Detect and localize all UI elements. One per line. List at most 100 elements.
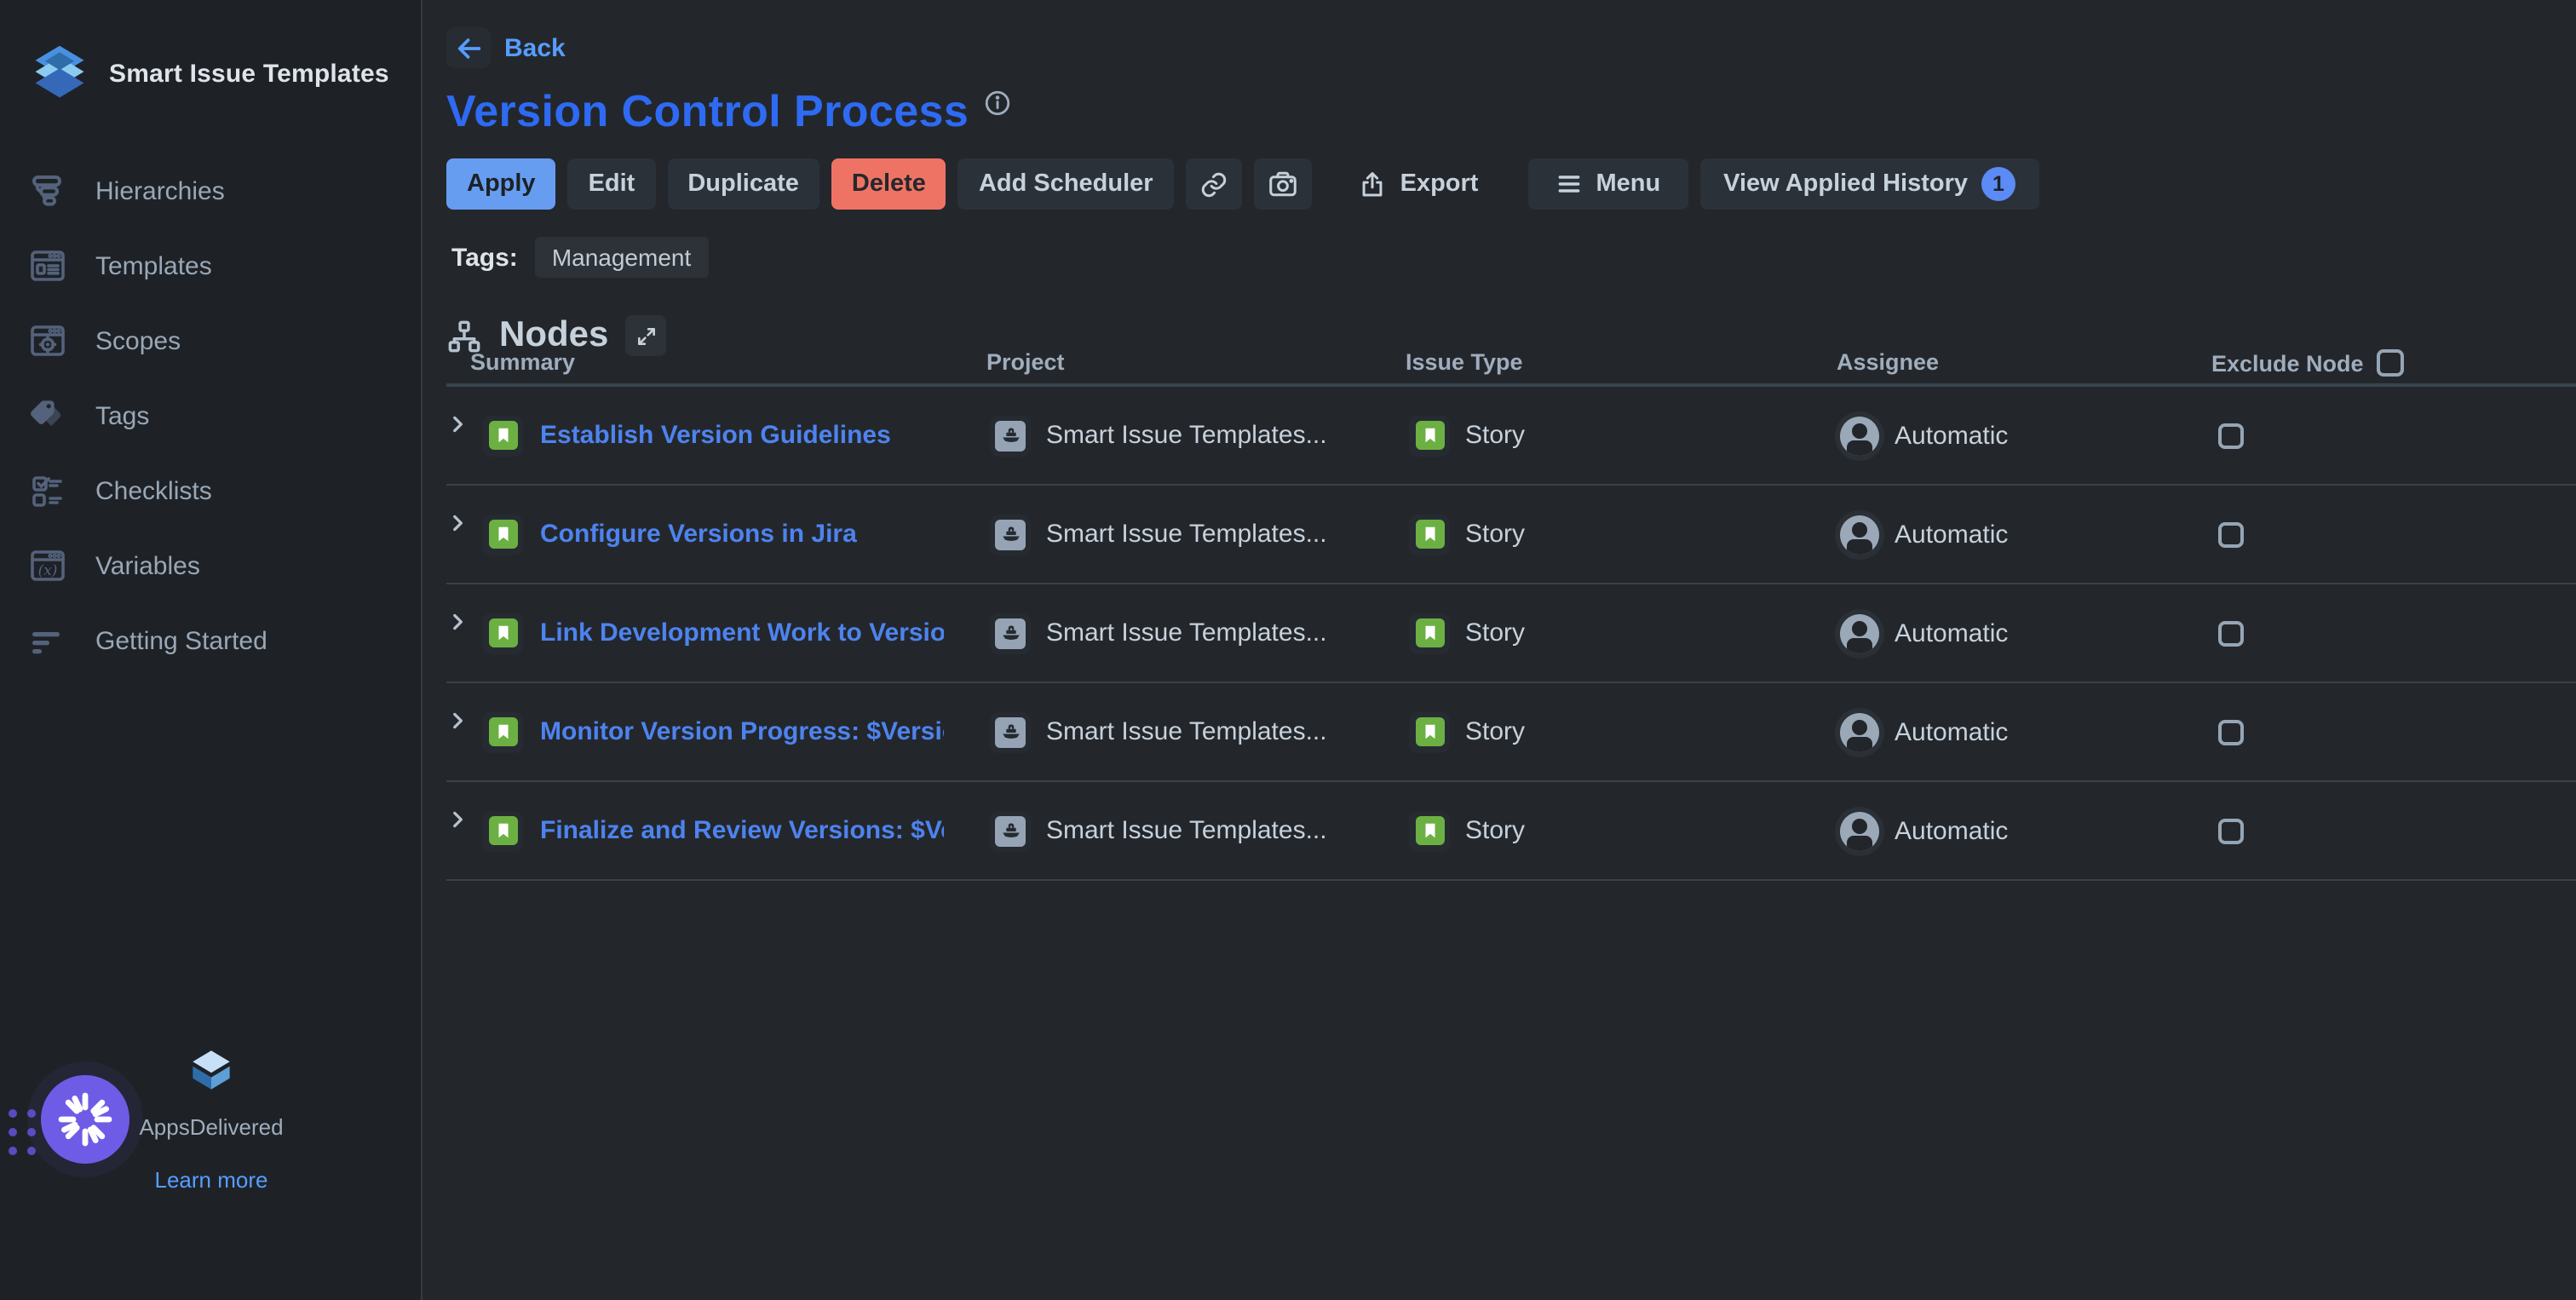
- story-icon: [482, 514, 523, 555]
- export-label: Export: [1400, 170, 1479, 198]
- column-exclude-node: Exclude Node: [2211, 349, 2405, 377]
- sidebar-footer: AppsDelivered Learn more: [0, 1096, 421, 1300]
- delete-button[interactable]: Delete: [831, 158, 946, 210]
- project-avatar-icon: [990, 711, 1031, 752]
- project-avatar-icon: [990, 613, 1031, 653]
- app-logo-icon: [27, 41, 92, 106]
- app-window: Smart Issue Templates Hierarchies: [0, 0, 2576, 1300]
- sidebar-item-label: Getting Started: [95, 626, 267, 655]
- issue-type-name: Story: [1465, 520, 1525, 549]
- asterisk-burst-icon: [56, 1090, 114, 1148]
- project-avatar-icon: [990, 514, 1031, 555]
- getting-started-icon: [27, 620, 68, 661]
- exclude-node-checkbox[interactable]: [2218, 423, 2244, 448]
- issue-type-name: Story: [1465, 816, 1525, 845]
- back-arrow-icon: [446, 27, 491, 68]
- duplicate-button[interactable]: Duplicate: [667, 158, 819, 210]
- svg-text:(x): (x): [38, 562, 58, 579]
- view-applied-history-label: View Applied History: [1723, 170, 1968, 198]
- drag-handle[interactable]: [9, 1109, 37, 1157]
- column-issue-type: Issue Type: [1406, 349, 1523, 375]
- story-icon: [482, 415, 523, 456]
- expand-row-chevron-icon[interactable]: [446, 808, 469, 830]
- assignee-name: Automatic: [1895, 520, 2008, 549]
- table-row: Link Development Work to Versions Smart …: [446, 584, 2576, 683]
- expand-row-chevron-icon[interactable]: [446, 412, 469, 434]
- node-summary-link[interactable]: Configure Versions in Jira: [540, 520, 857, 549]
- expand-row-chevron-icon[interactable]: [446, 511, 469, 533]
- help-launcher-button[interactable]: [41, 1075, 129, 1164]
- sidebar-item-label: Checklists: [95, 476, 212, 505]
- hamburger-icon: [1555, 170, 1582, 198]
- assignee-avatar: [1840, 515, 1879, 554]
- back-button[interactable]: Back: [446, 27, 566, 68]
- learn-more-link[interactable]: Learn more: [123, 1167, 300, 1193]
- expand-row-chevron-icon[interactable]: [446, 610, 469, 632]
- node-summary-link[interactable]: Establish Version Guidelines: [540, 421, 891, 450]
- story-icon: [482, 810, 523, 851]
- issue-type-name: Story: [1465, 421, 1525, 450]
- sidebar-item-scopes[interactable]: Scopes: [0, 303, 421, 378]
- sidebar-item-getting-started[interactable]: Getting Started: [0, 603, 421, 678]
- history-count-badge: 1: [1981, 167, 2015, 201]
- sidebar-item-label: Hierarchies: [95, 176, 225, 205]
- tags-label: Tags:: [451, 243, 518, 272]
- link-icon: [1199, 170, 1228, 198]
- column-exclude-node-label: Exclude Node: [2211, 350, 2364, 376]
- snapshot-button[interactable]: [1254, 158, 1312, 210]
- table-row: Monitor Version Progress: $Version Smart…: [446, 683, 2576, 782]
- table-header: Summary Project Issue Type Assignee Excl…: [446, 349, 2576, 387]
- project-name: Smart Issue Templates...: [1046, 618, 1327, 647]
- app-brand: Smart Issue Templates: [0, 0, 421, 123]
- exclude-all-checkbox[interactable]: [2378, 349, 2405, 377]
- sidebar-item-hierarchies[interactable]: Hierarchies: [0, 153, 421, 228]
- assignee-name: Automatic: [1895, 618, 2008, 647]
- sidebar-item-tags[interactable]: Tags: [0, 378, 421, 453]
- exclude-node-checkbox[interactable]: [2218, 719, 2244, 745]
- node-summary-link[interactable]: Finalize and Review Versions: $Ver: [540, 816, 944, 845]
- table-row: Configure Versions in Jira Smart Issue T…: [446, 486, 2576, 584]
- nodes-table: Summary Project Issue Type Assignee Excl…: [446, 349, 2576, 881]
- hierarchy-icon: [27, 170, 68, 211]
- exclude-node-checkbox[interactable]: [2218, 620, 2244, 646]
- edit-button[interactable]: Edit: [568, 158, 656, 210]
- checklist-icon: [27, 470, 68, 511]
- tags-icon: [27, 395, 68, 436]
- issue-type-story-icon: [1409, 613, 1450, 653]
- exclude-node-checkbox[interactable]: [2218, 818, 2244, 843]
- page-title: Version Control Process: [446, 85, 969, 138]
- export-button[interactable]: Export: [1337, 158, 1499, 210]
- issue-type-story-icon: [1409, 415, 1450, 456]
- assignee-avatar: [1840, 811, 1879, 850]
- info-icon[interactable]: [982, 89, 1011, 118]
- menu-button[interactable]: Menu: [1527, 158, 1688, 210]
- issue-type-story-icon: [1409, 711, 1450, 752]
- sidebar-item-checklists[interactable]: Checklists: [0, 453, 421, 528]
- menu-label: Menu: [1596, 170, 1660, 198]
- project-name: Smart Issue Templates...: [1046, 816, 1327, 845]
- node-summary-link[interactable]: Monitor Version Progress: $Version: [540, 717, 944, 746]
- view-applied-history-button[interactable]: View Applied History 1: [1699, 158, 2039, 210]
- assignee-avatar: [1840, 416, 1879, 455]
- story-icon: [482, 711, 523, 752]
- exclude-node-checkbox[interactable]: [2218, 521, 2244, 547]
- project-avatar-icon: [990, 415, 1031, 456]
- issue-type-name: Story: [1465, 717, 1525, 746]
- copy-link-button[interactable]: [1186, 158, 1242, 210]
- assignee-name: Automatic: [1895, 717, 2008, 746]
- sidebar: Smart Issue Templates Hierarchies: [0, 0, 423, 1300]
- sidebar-item-variables[interactable]: (x) Variables: [0, 528, 421, 603]
- node-summary-link[interactable]: Link Development Work to Versions: [540, 618, 944, 647]
- assignee-avatar: [1840, 712, 1879, 751]
- sidebar-item-label: Tags: [95, 401, 149, 430]
- column-project: Project: [986, 349, 1065, 375]
- add-scheduler-button[interactable]: Add Scheduler: [958, 158, 1174, 210]
- apply-button[interactable]: Apply: [446, 158, 556, 210]
- expand-row-chevron-icon[interactable]: [446, 709, 469, 731]
- assignee-avatar: [1840, 613, 1879, 653]
- table-row: Establish Version Guidelines Smart Issue…: [446, 387, 2576, 486]
- story-icon: [482, 613, 523, 653]
- back-label: Back: [504, 33, 566, 62]
- nodes-tree-icon: [446, 318, 482, 354]
- sidebar-item-templates[interactable]: Templates: [0, 228, 421, 303]
